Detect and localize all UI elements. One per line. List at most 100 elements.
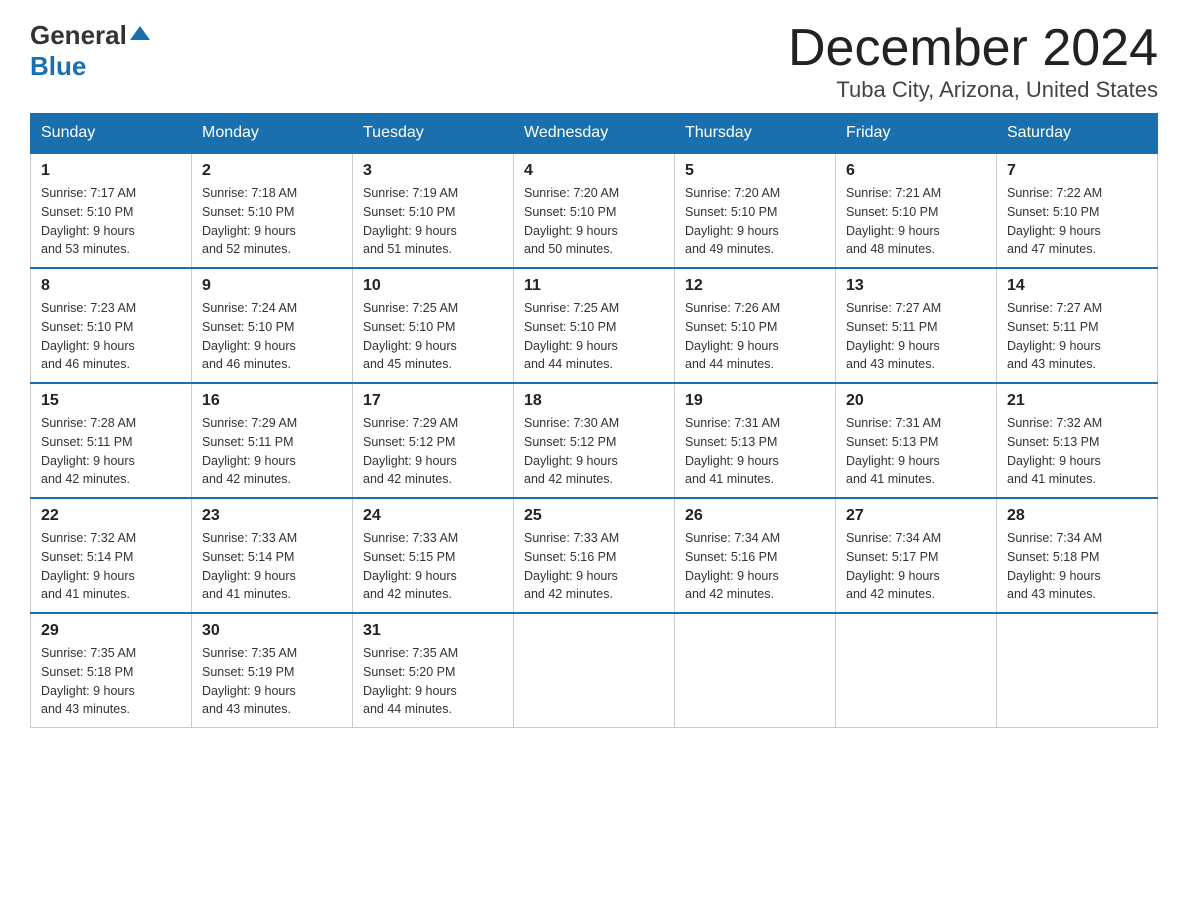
calendar-cell — [997, 613, 1158, 728]
calendar-cell: 5 Sunrise: 7:20 AM Sunset: 5:10 PM Dayli… — [675, 153, 836, 268]
day-info: Sunrise: 7:35 AM Sunset: 5:20 PM Dayligh… — [363, 644, 503, 719]
calendar-cell: 21 Sunrise: 7:32 AM Sunset: 5:13 PM Dayl… — [997, 383, 1158, 498]
day-info: Sunrise: 7:33 AM Sunset: 5:16 PM Dayligh… — [524, 529, 664, 604]
day-info: Sunrise: 7:28 AM Sunset: 5:11 PM Dayligh… — [41, 414, 181, 489]
day-number: 16 — [202, 392, 342, 410]
day-number: 2 — [202, 162, 342, 180]
day-info: Sunrise: 7:35 AM Sunset: 5:18 PM Dayligh… — [41, 644, 181, 719]
location-title: Tuba City, Arizona, United States — [788, 77, 1158, 103]
page-header: General Blue December 2024 Tuba City, Ar… — [30, 20, 1158, 103]
calendar-cell: 28 Sunrise: 7:34 AM Sunset: 5:18 PM Dayl… — [997, 498, 1158, 613]
day-info: Sunrise: 7:27 AM Sunset: 5:11 PM Dayligh… — [1007, 299, 1147, 374]
day-number: 21 — [1007, 392, 1147, 410]
day-info: Sunrise: 7:22 AM Sunset: 5:10 PM Dayligh… — [1007, 184, 1147, 259]
day-info: Sunrise: 7:35 AM Sunset: 5:19 PM Dayligh… — [202, 644, 342, 719]
day-number: 29 — [41, 622, 181, 640]
month-title: December 2024 — [788, 20, 1158, 77]
calendar-cell — [675, 613, 836, 728]
calendar-cell: 30 Sunrise: 7:35 AM Sunset: 5:19 PM Dayl… — [192, 613, 353, 728]
calendar-cell: 13 Sunrise: 7:27 AM Sunset: 5:11 PM Dayl… — [836, 268, 997, 383]
day-number: 13 — [846, 277, 986, 295]
calendar-table: SundayMondayTuesdayWednesdayThursdayFrid… — [30, 113, 1158, 728]
day-info: Sunrise: 7:33 AM Sunset: 5:14 PM Dayligh… — [202, 529, 342, 604]
day-info: Sunrise: 7:24 AM Sunset: 5:10 PM Dayligh… — [202, 299, 342, 374]
day-info: Sunrise: 7:20 AM Sunset: 5:10 PM Dayligh… — [524, 184, 664, 259]
calendar-cell: 3 Sunrise: 7:19 AM Sunset: 5:10 PM Dayli… — [353, 153, 514, 268]
day-info: Sunrise: 7:25 AM Sunset: 5:10 PM Dayligh… — [524, 299, 664, 374]
calendar-week-row: 8 Sunrise: 7:23 AM Sunset: 5:10 PM Dayli… — [31, 268, 1158, 383]
calendar-cell: 12 Sunrise: 7:26 AM Sunset: 5:10 PM Dayl… — [675, 268, 836, 383]
day-info: Sunrise: 7:25 AM Sunset: 5:10 PM Dayligh… — [363, 299, 503, 374]
day-info: Sunrise: 7:18 AM Sunset: 5:10 PM Dayligh… — [202, 184, 342, 259]
day-info: Sunrise: 7:29 AM Sunset: 5:11 PM Dayligh… — [202, 414, 342, 489]
day-of-week-header: Thursday — [675, 114, 836, 154]
title-block: December 2024 Tuba City, Arizona, United… — [788, 20, 1158, 103]
day-number: 8 — [41, 277, 181, 295]
calendar-cell: 26 Sunrise: 7:34 AM Sunset: 5:16 PM Dayl… — [675, 498, 836, 613]
calendar-cell: 24 Sunrise: 7:33 AM Sunset: 5:15 PM Dayl… — [353, 498, 514, 613]
calendar-cell: 7 Sunrise: 7:22 AM Sunset: 5:10 PM Dayli… — [997, 153, 1158, 268]
day-number: 3 — [363, 162, 503, 180]
day-number: 23 — [202, 507, 342, 525]
day-info: Sunrise: 7:20 AM Sunset: 5:10 PM Dayligh… — [685, 184, 825, 259]
day-info: Sunrise: 7:32 AM Sunset: 5:14 PM Dayligh… — [41, 529, 181, 604]
calendar-cell: 16 Sunrise: 7:29 AM Sunset: 5:11 PM Dayl… — [192, 383, 353, 498]
day-number: 30 — [202, 622, 342, 640]
logo-blue-text: Blue — [30, 51, 86, 82]
calendar-week-row: 29 Sunrise: 7:35 AM Sunset: 5:18 PM Dayl… — [31, 613, 1158, 728]
day-of-week-header: Monday — [192, 114, 353, 154]
calendar-cell: 10 Sunrise: 7:25 AM Sunset: 5:10 PM Dayl… — [353, 268, 514, 383]
day-number: 7 — [1007, 162, 1147, 180]
day-number: 6 — [846, 162, 986, 180]
day-info: Sunrise: 7:34 AM Sunset: 5:18 PM Dayligh… — [1007, 529, 1147, 604]
calendar-cell: 18 Sunrise: 7:30 AM Sunset: 5:12 PM Dayl… — [514, 383, 675, 498]
day-info: Sunrise: 7:17 AM Sunset: 5:10 PM Dayligh… — [41, 184, 181, 259]
day-info: Sunrise: 7:33 AM Sunset: 5:15 PM Dayligh… — [363, 529, 503, 604]
calendar-cell — [514, 613, 675, 728]
day-of-week-header: Tuesday — [353, 114, 514, 154]
calendar-cell: 9 Sunrise: 7:24 AM Sunset: 5:10 PM Dayli… — [192, 268, 353, 383]
day-info: Sunrise: 7:29 AM Sunset: 5:12 PM Dayligh… — [363, 414, 503, 489]
calendar-cell: 14 Sunrise: 7:27 AM Sunset: 5:11 PM Dayl… — [997, 268, 1158, 383]
day-info: Sunrise: 7:34 AM Sunset: 5:16 PM Dayligh… — [685, 529, 825, 604]
day-number: 12 — [685, 277, 825, 295]
day-number: 27 — [846, 507, 986, 525]
day-info: Sunrise: 7:19 AM Sunset: 5:10 PM Dayligh… — [363, 184, 503, 259]
day-number: 11 — [524, 277, 664, 295]
day-info: Sunrise: 7:31 AM Sunset: 5:13 PM Dayligh… — [685, 414, 825, 489]
logo-arrow-icon — [129, 22, 151, 49]
calendar-cell: 2 Sunrise: 7:18 AM Sunset: 5:10 PM Dayli… — [192, 153, 353, 268]
day-info: Sunrise: 7:23 AM Sunset: 5:10 PM Dayligh… — [41, 299, 181, 374]
day-number: 17 — [363, 392, 503, 410]
calendar-cell: 31 Sunrise: 7:35 AM Sunset: 5:20 PM Dayl… — [353, 613, 514, 728]
day-number: 15 — [41, 392, 181, 410]
day-number: 18 — [524, 392, 664, 410]
day-number: 10 — [363, 277, 503, 295]
day-number: 9 — [202, 277, 342, 295]
logo-general-text: General — [30, 20, 127, 51]
calendar-cell: 15 Sunrise: 7:28 AM Sunset: 5:11 PM Dayl… — [31, 383, 192, 498]
calendar-cell: 25 Sunrise: 7:33 AM Sunset: 5:16 PM Dayl… — [514, 498, 675, 613]
day-number: 5 — [685, 162, 825, 180]
day-info: Sunrise: 7:32 AM Sunset: 5:13 PM Dayligh… — [1007, 414, 1147, 489]
day-info: Sunrise: 7:21 AM Sunset: 5:10 PM Dayligh… — [846, 184, 986, 259]
calendar-week-row: 1 Sunrise: 7:17 AM Sunset: 5:10 PM Dayli… — [31, 153, 1158, 268]
calendar-cell — [836, 613, 997, 728]
day-number: 19 — [685, 392, 825, 410]
calendar-cell: 20 Sunrise: 7:31 AM Sunset: 5:13 PM Dayl… — [836, 383, 997, 498]
day-info: Sunrise: 7:34 AM Sunset: 5:17 PM Dayligh… — [846, 529, 986, 604]
calendar-cell: 19 Sunrise: 7:31 AM Sunset: 5:13 PM Dayl… — [675, 383, 836, 498]
day-number: 25 — [524, 507, 664, 525]
day-number: 26 — [685, 507, 825, 525]
calendar-cell: 1 Sunrise: 7:17 AM Sunset: 5:10 PM Dayli… — [31, 153, 192, 268]
day-info: Sunrise: 7:31 AM Sunset: 5:13 PM Dayligh… — [846, 414, 986, 489]
day-info: Sunrise: 7:27 AM Sunset: 5:11 PM Dayligh… — [846, 299, 986, 374]
day-number: 31 — [363, 622, 503, 640]
day-number: 20 — [846, 392, 986, 410]
day-number: 24 — [363, 507, 503, 525]
calendar-header-row: SundayMondayTuesdayWednesdayThursdayFrid… — [31, 114, 1158, 154]
calendar-cell: 11 Sunrise: 7:25 AM Sunset: 5:10 PM Dayl… — [514, 268, 675, 383]
calendar-cell: 23 Sunrise: 7:33 AM Sunset: 5:14 PM Dayl… — [192, 498, 353, 613]
logo: General Blue — [30, 20, 151, 82]
day-of-week-header: Friday — [836, 114, 997, 154]
